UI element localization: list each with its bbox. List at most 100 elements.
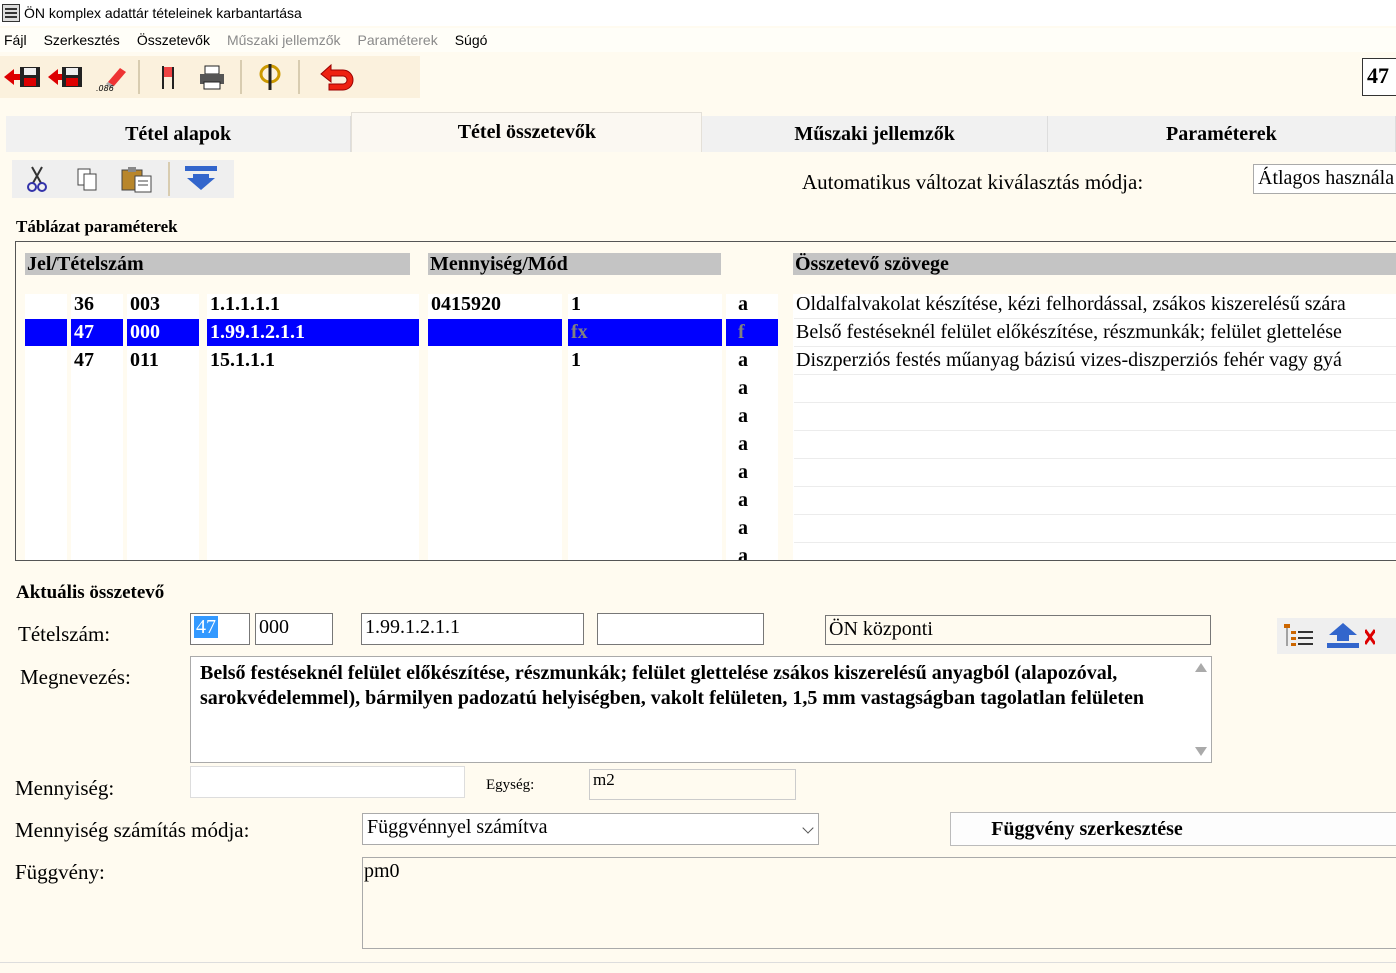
empty-row-flag[interactable]: a <box>735 543 775 560</box>
phi-button[interactable] <box>248 59 292 95</box>
menu-edit[interactable]: Szerkesztés <box>40 32 129 48</box>
tab-item-basics[interactable]: Tétel alapok <box>6 116 352 152</box>
insert-down-button[interactable] <box>176 161 226 197</box>
tab-technical[interactable]: Műszaki jellemzők <box>702 116 1048 152</box>
menu-file[interactable]: Fájl <box>0 32 36 48</box>
row2-marker[interactable] <box>25 319 67 346</box>
tetelszam-part1: 47 <box>194 616 218 638</box>
row3-tetel[interactable]: 15.1.1.1 <box>207 347 419 374</box>
delete-icon <box>1365 629 1375 645</box>
fuggveny-textarea[interactable]: pm0 <box>362 857 1396 949</box>
move-up-button[interactable] <box>1321 618 1365 654</box>
grid-line <box>794 542 1396 543</box>
tree-list-button[interactable] <box>1277 618 1321 654</box>
edit-function-button[interactable]: Függvény szerkesztése <box>950 812 1396 846</box>
row1-tetel[interactable]: 1.1.1.1.1 <box>207 291 419 318</box>
szamitas-mod-select[interactable]: Függvénnyel számítva <box>362 813 819 845</box>
toolbar-separator <box>240 60 242 94</box>
move-up-icon <box>1327 623 1359 648</box>
auto-variant-select[interactable]: Átlagos használa <box>1253 164 1396 194</box>
egyseg-field: m2 <box>589 769 796 800</box>
row1-mod[interactable]: 1 <box>568 291 722 318</box>
row3-mod[interactable]: 1 <box>568 347 722 374</box>
szamitas-mod-label: Mennyiség számítás módja: <box>15 818 250 842</box>
insert-down-icon <box>185 166 217 190</box>
tab-parameters[interactable]: Paraméterek <box>1047 116 1396 152</box>
grid-line <box>794 402 1396 403</box>
header-jel-tetelszam[interactable]: Jel/Tételszám <box>25 253 410 275</box>
empty-row-flag[interactable]: a <box>735 403 775 430</box>
menu-help[interactable]: Súgó <box>451 32 497 48</box>
tab-bar: Tétel alapok Tétel összetevők Műszaki je… <box>6 112 1396 152</box>
tetelszam-field-1[interactable]: 47 <box>190 613 250 645</box>
tetelszam-field-4[interactable] <box>597 613 764 645</box>
scroll-down-arrow-icon[interactable] <box>1195 747 1207 756</box>
row2-mennyiseg[interactable] <box>428 319 562 346</box>
row2-szoveg[interactable]: Belső festéseknél felület előkészítése, … <box>793 319 1396 346</box>
print-button[interactable] <box>190 59 234 95</box>
row3-flag[interactable]: a <box>735 347 775 374</box>
megnevezes-label: Megnevezés: <box>20 665 131 689</box>
megnevezes-textarea[interactable]: Belső festéseknél felület előkészítése, … <box>190 656 1212 763</box>
phi-icon <box>259 64 281 90</box>
row3-jel[interactable]: 47 <box>71 347 123 374</box>
save-back-button[interactable] <box>44 59 88 95</box>
tetelszam-field-3[interactable]: 1.99.1.2.1.1 <box>361 613 584 645</box>
record-number: 47 <box>1362 58 1396 96</box>
window-title: ÖN komplex adattár tételeinek karbantart… <box>24 5 302 21</box>
current-group-label: Aktuális összetevő <box>16 582 169 604</box>
menu-technical[interactable]: Műszaki jellemzők <box>223 32 350 48</box>
row1-szoveg[interactable]: Oldalfalvakolat készítése, kézi felhordá… <box>793 291 1396 318</box>
cut-button[interactable] <box>12 161 62 197</box>
row1-mennyiseg[interactable]: 0415920 <box>428 291 562 318</box>
row2-flag[interactable]: f <box>726 319 778 346</box>
scroll-up-arrow-icon[interactable] <box>1195 663 1207 672</box>
auto-variant-label: Automatikus változat kiválasztás módja: <box>802 170 1144 194</box>
copy-icon <box>77 168 97 191</box>
undo-button[interactable] <box>306 59 366 95</box>
tetelszam-field-2[interactable]: 000 <box>255 613 333 645</box>
empty-row-flag[interactable]: a <box>735 515 775 542</box>
row3-mennyiseg[interactable] <box>428 347 562 374</box>
source-field: ÖN központi <box>825 615 1211 645</box>
save-back-icon <box>48 67 82 87</box>
row3-szoveg[interactable]: Diszperziós festés műanyag bázisú vizes-… <box>793 347 1396 374</box>
row2-jel[interactable]: 47 <box>71 319 123 346</box>
header-osszetevo-szovege[interactable]: Összetevő szövege <box>793 253 1396 275</box>
empty-row-flag[interactable]: a <box>735 459 775 486</box>
row3-code[interactable]: 011 <box>127 347 199 374</box>
header-mennyiseg-mod[interactable]: Mennyiség/Mód <box>428 253 721 275</box>
scissors-icon <box>27 166 47 192</box>
empty-row-flag[interactable]: a <box>735 375 775 402</box>
tab-item-components[interactable]: Tétel összetevők <box>351 112 703 152</box>
paste-button[interactable] <box>112 161 162 197</box>
grid-line <box>794 374 1396 375</box>
save-exit-button[interactable] <box>0 59 44 95</box>
row1-jel[interactable]: 36 <box>71 291 123 318</box>
row2-tetel[interactable]: 1.99.1.2.1.1 <box>207 319 419 346</box>
component-grid: Jel/Tételszám Mennyiség/Mód Összetevő sz… <box>15 241 1396 561</box>
empty-row-flag[interactable]: a <box>735 487 775 514</box>
mennyiseg-field[interactable] <box>190 766 465 798</box>
svg-text:.086: .086 <box>96 84 114 92</box>
delete-button[interactable] <box>1365 618 1395 654</box>
megnevezes-text: Belső festéseknél felület előkészítése, … <box>200 662 1145 709</box>
tree-list-icon <box>1284 624 1313 646</box>
row2-mod[interactable]: fx <box>568 319 722 346</box>
menu-parameters[interactable]: Paraméterek <box>354 32 447 48</box>
erase-button[interactable]: .086 <box>88 59 132 95</box>
grid-group-label: Táblázat paraméterek <box>16 217 182 237</box>
save-exit-icon <box>4 67 40 87</box>
egyseg-label: Egység: <box>486 777 535 793</box>
flag-button[interactable] <box>146 59 190 95</box>
row2-code[interactable]: 000 <box>127 319 199 346</box>
paste-icon <box>121 167 152 193</box>
empty-row-flag[interactable]: a <box>735 431 775 458</box>
menu-components[interactable]: Összetevők <box>133 32 219 48</box>
grid-line <box>794 430 1396 431</box>
toolbar-separator <box>138 60 140 94</box>
row1-flag[interactable]: a <box>735 291 775 318</box>
toolbar-separator <box>168 162 170 196</box>
row1-code[interactable]: 003 <box>127 291 199 318</box>
copy-button[interactable] <box>62 161 112 197</box>
